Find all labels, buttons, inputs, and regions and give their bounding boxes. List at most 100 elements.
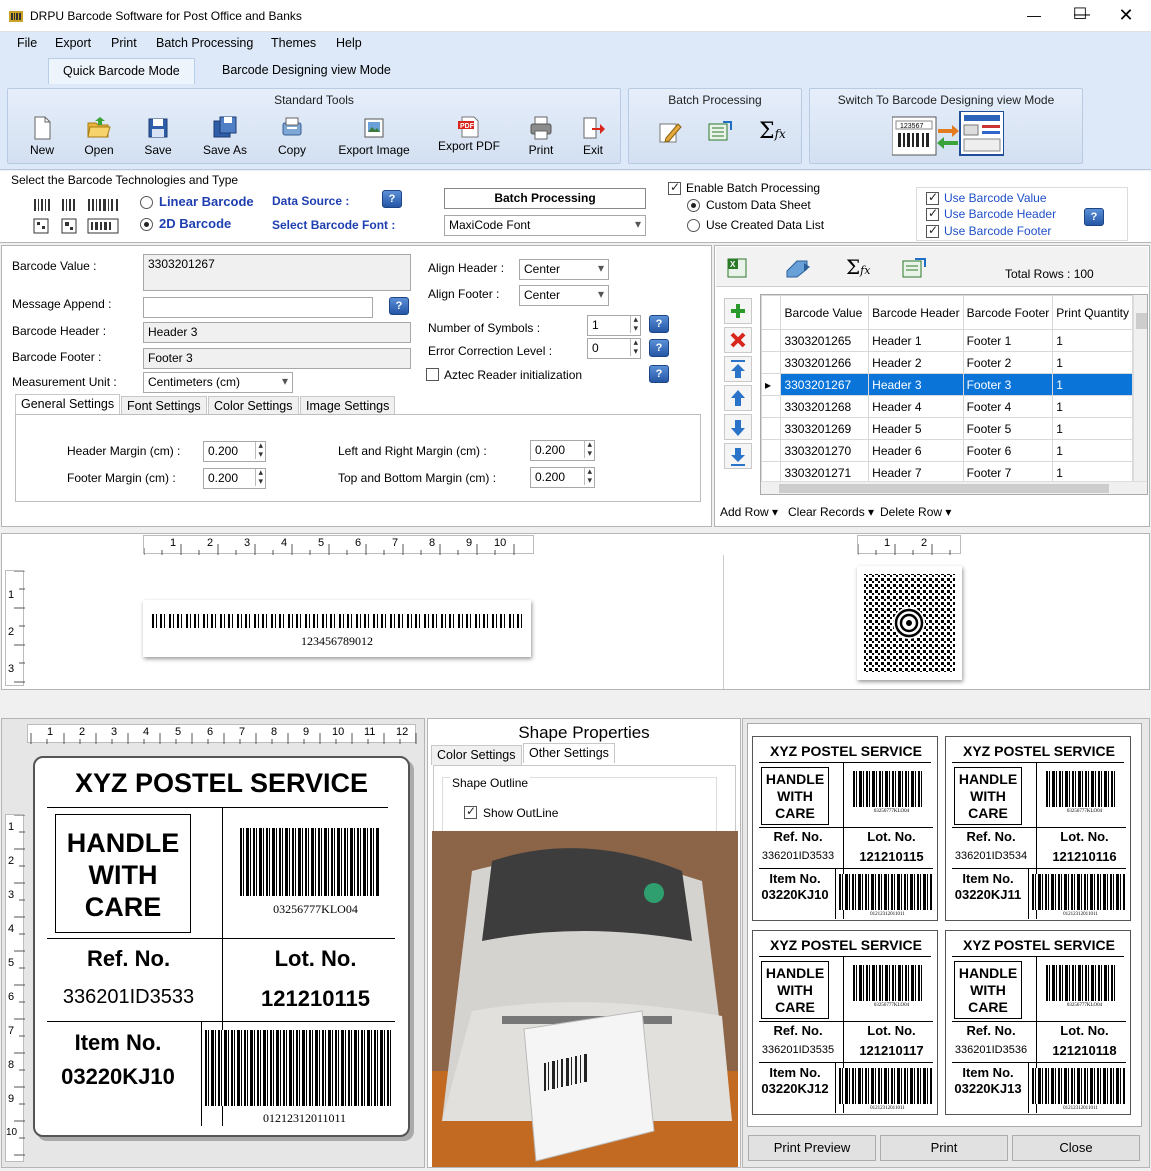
data-grid[interactable]: Barcode Value Barcode Header Barcode Foo…	[760, 294, 1148, 495]
menu-help[interactable]: Help	[336, 36, 362, 50]
enable-batch-checkbox[interactable]	[668, 180, 681, 195]
save-button[interactable]: Save	[140, 115, 176, 157]
table-row[interactable]: 3303201266 Header 2 Footer 21	[761, 351, 1133, 374]
menu-file[interactable]: File	[17, 36, 37, 50]
export-pdf-button[interactable]: PDF Export PDF	[435, 115, 503, 153]
col-barcode-value[interactable]: Barcode Value	[780, 295, 870, 330]
move-top-icon[interactable]	[724, 356, 752, 382]
new-button[interactable]: New	[24, 115, 60, 157]
table-row[interactable]: 3303201270 Header 6 Footer 61	[761, 439, 1133, 462]
created-data-list-radio[interactable]	[687, 219, 700, 232]
col-barcode-header[interactable]: Barcode Header	[868, 295, 964, 330]
linear-barcode-label[interactable]: Linear Barcode	[159, 194, 254, 209]
menu-print[interactable]: Print	[111, 36, 137, 50]
use-barcode-value-checkbox[interactable]	[926, 190, 939, 205]
preview-left-ruler: 1 2 3	[5, 570, 25, 686]
batch-excel-icon[interactable]	[707, 119, 735, 148]
custom-data-sheet-radio[interactable]	[687, 199, 700, 212]
tab-general-settings[interactable]: General Settings	[15, 394, 121, 414]
use-options-help-icon[interactable]: ?	[1084, 208, 1104, 226]
align-header-select[interactable]: Center	[519, 259, 609, 280]
batch-edit-icon[interactable]	[657, 119, 683, 148]
show-outline-checkbox[interactable]	[464, 804, 477, 819]
save-as-button[interactable]: Save As	[200, 115, 250, 157]
linear-barcode-radio[interactable]	[140, 196, 153, 209]
barcode-footer-input[interactable]: Footer 3	[143, 348, 411, 369]
copy-button[interactable]: Copy	[274, 115, 310, 157]
batch-formula-icon[interactable]: Σfx	[759, 119, 786, 144]
message-append-help-icon[interactable]: ?	[389, 297, 409, 315]
excel-import-icon[interactable]: X	[726, 257, 750, 282]
sheet-service-title: XYZ POSTEL SERVICE	[963, 743, 1115, 759]
grid-horizontal-scrollbar[interactable]	[761, 481, 1147, 494]
open-button[interactable]: Open	[80, 115, 118, 157]
aztec-reader-checkbox[interactable]	[426, 368, 439, 381]
delete-row-icon[interactable]	[724, 327, 752, 353]
minimize-button[interactable]: —	[1011, 0, 1057, 32]
align-footer-select[interactable]: Center	[519, 285, 609, 306]
table-row[interactable]: 3303201265 Header 1 Footer 11	[761, 329, 1133, 352]
message-append-input[interactable]	[143, 297, 373, 318]
tab-color-settings[interactable]: Color Settings	[208, 396, 299, 416]
2d-barcode-radio[interactable]	[140, 218, 153, 231]
grid-formula-icon[interactable]: Σfx	[846, 255, 870, 279]
tab-shape-color-settings[interactable]: Color Settings	[431, 745, 522, 765]
move-down-icon[interactable]	[724, 414, 752, 440]
add-row-dropdown[interactable]: Add Row ▾	[720, 505, 778, 519]
number-of-symbols-spinner[interactable]: 1	[587, 315, 641, 336]
switch-to-designing-icon[interactable]: 123567	[891, 110, 1005, 162]
footer-margin-spinner[interactable]: 0.200	[203, 468, 266, 489]
use-barcode-header-checkbox[interactable]	[926, 206, 939, 221]
tab-designing-view-mode[interactable]: Barcode Designing view Mode	[208, 58, 405, 84]
tb-margin-spinner[interactable]: 0.200	[530, 467, 595, 488]
error-correction-spinner[interactable]: 0	[587, 338, 641, 359]
grid-vertical-scrollbar[interactable]	[1133, 295, 1147, 481]
print-preview-button[interactable]: Print Preview	[748, 1135, 876, 1161]
maximize-icon[interactable]: ☐	[1057, 0, 1103, 32]
export-grid-icon[interactable]	[784, 257, 812, 282]
measurement-unit-select[interactable]: Centimeters (cm)	[143, 372, 293, 393]
add-row-icon[interactable]	[724, 298, 752, 324]
tab-image-settings[interactable]: Image Settings	[300, 396, 396, 416]
print-sheet-button[interactable]: Print	[880, 1135, 1008, 1161]
aztec-help-icon[interactable]: ?	[649, 365, 669, 383]
barcode-value-input[interactable]: 3303201267	[143, 254, 411, 291]
table-row[interactable]: 3303201269 Header 5 Footer 51	[761, 417, 1133, 440]
tab-font-settings[interactable]: Font Settings	[121, 396, 207, 416]
delete-row-dropdown[interactable]: Delete Row ▾	[880, 505, 951, 519]
tab-quick-barcode-mode[interactable]: Quick Barcode Mode	[48, 58, 195, 84]
exit-button[interactable]: Exit	[578, 115, 608, 157]
data-source-help-icon[interactable]: ?	[382, 190, 402, 208]
clear-records-dropdown[interactable]: Clear Records ▾	[788, 505, 874, 519]
menu-themes[interactable]: Themes	[271, 36, 316, 50]
move-up-icon[interactable]	[724, 385, 752, 411]
barcode-header-label: Barcode Header :	[12, 324, 107, 338]
new-icon	[29, 115, 55, 141]
col-print-quantity[interactable]: Print Quantity	[1052, 295, 1133, 330]
table-row-selected[interactable]: ▸ 3303201267 Header 3 Footer 31	[761, 373, 1133, 396]
menu-export[interactable]: Export	[55, 36, 91, 50]
barcode-header-input[interactable]: Header 3	[143, 322, 411, 343]
align-header-label: Align Header :	[428, 261, 505, 275]
symbols-help-icon[interactable]: ?	[649, 315, 669, 333]
table-row[interactable]: 3303201268 Header 4 Footer 41	[761, 395, 1133, 418]
menu-batch-processing[interactable]: Batch Processing	[156, 36, 253, 50]
error-correction-help-icon[interactable]: ?	[649, 339, 669, 357]
barcode-font-select[interactable]: MaxiCode Font	[444, 215, 646, 236]
grid-excel-export-icon[interactable]	[901, 257, 929, 282]
use-barcode-footer-checkbox[interactable]	[926, 223, 939, 238]
lr-margin-spinner[interactable]: 0.200	[530, 440, 595, 461]
batch-processing-button[interactable]: Batch Processing	[444, 188, 646, 209]
close-button[interactable]: Close	[1012, 1135, 1140, 1161]
close-icon[interactable]: ✕	[1103, 0, 1149, 32]
col-barcode-footer[interactable]: Barcode Footer	[962, 295, 1054, 330]
move-bottom-icon[interactable]	[724, 443, 752, 469]
label-barcode-1-text: 03256777KLO04	[273, 902, 358, 916]
print-button[interactable]: Print	[526, 115, 556, 157]
preview-right-ruler: 1 2	[857, 535, 961, 555]
postal-label[interactable]: XYZ POSTEL SERVICE HANDLE WITH CARE 0325…	[33, 756, 410, 1137]
tab-shape-other-settings[interactable]: Other Settings	[523, 743, 615, 763]
2d-barcode-label[interactable]: 2D Barcode	[159, 216, 231, 231]
header-margin-spinner[interactable]: 0.200	[203, 441, 266, 462]
export-image-button[interactable]: Export Image	[332, 115, 416, 157]
